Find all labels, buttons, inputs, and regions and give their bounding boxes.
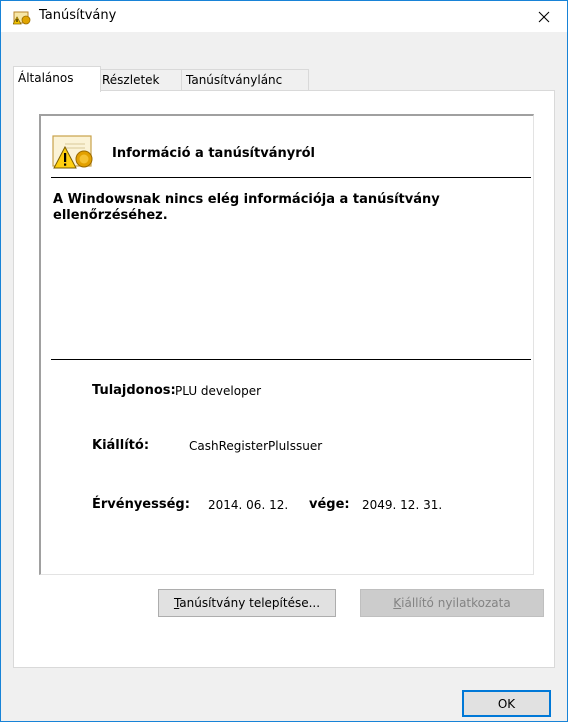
issuer-statement-button[interactable]: Kiállító nyilatkozata (360, 589, 544, 617)
validity-label: Érvényesség: (92, 497, 190, 512)
ok-button[interactable]: OK (462, 690, 551, 717)
tab-general[interactable]: Általános (13, 66, 101, 92)
verification-message: A Windowsnak nincs elég információja a t… (53, 192, 440, 223)
valid-from-value: 2014. 06. 12. (208, 498, 289, 512)
close-icon (538, 11, 550, 22)
certificate-info-box: Információ a tanúsítványról A Windowsnak… (39, 114, 534, 575)
divider (51, 177, 531, 178)
issuer-statement-mnemonic: K (393, 596, 402, 610)
window-title: Tanúsítvány (39, 8, 117, 23)
issuer-label: Kiállító: (92, 438, 150, 453)
tab-certification-path[interactable]: Tanúsítványlánc (181, 69, 309, 90)
valid-to-label: vége: (309, 497, 350, 512)
general-tab-panel: Információ a tanúsítványról A Windowsnak… (13, 90, 555, 668)
owner-value: PLU developer (175, 384, 262, 398)
close-button[interactable] (521, 1, 567, 32)
install-certificate-button[interactable]: Tanúsítvány telepítése... (158, 589, 336, 617)
title-bar[interactable]: Tanúsítvány (1, 1, 567, 32)
issuer-statement-label: iállító nyilatkozata (401, 596, 511, 610)
certificate-info-heading: Információ a tanúsítványról (112, 146, 316, 161)
tab-details[interactable]: Részletek (97, 69, 185, 90)
issuer-value: CashRegisterPluIssuer (189, 439, 323, 453)
certificate-warning-icon (51, 130, 95, 172)
certificate-dialog: Tanúsítvány Általános Részletek Tanúsítv… (0, 0, 568, 722)
owner-label: Tulajdonos: (92, 383, 176, 398)
valid-to-value: 2049. 12. 31. (362, 498, 443, 512)
certificate-icon (12, 8, 31, 26)
install-label: anúsítvány telepítése... (179, 596, 321, 610)
divider (51, 359, 531, 360)
